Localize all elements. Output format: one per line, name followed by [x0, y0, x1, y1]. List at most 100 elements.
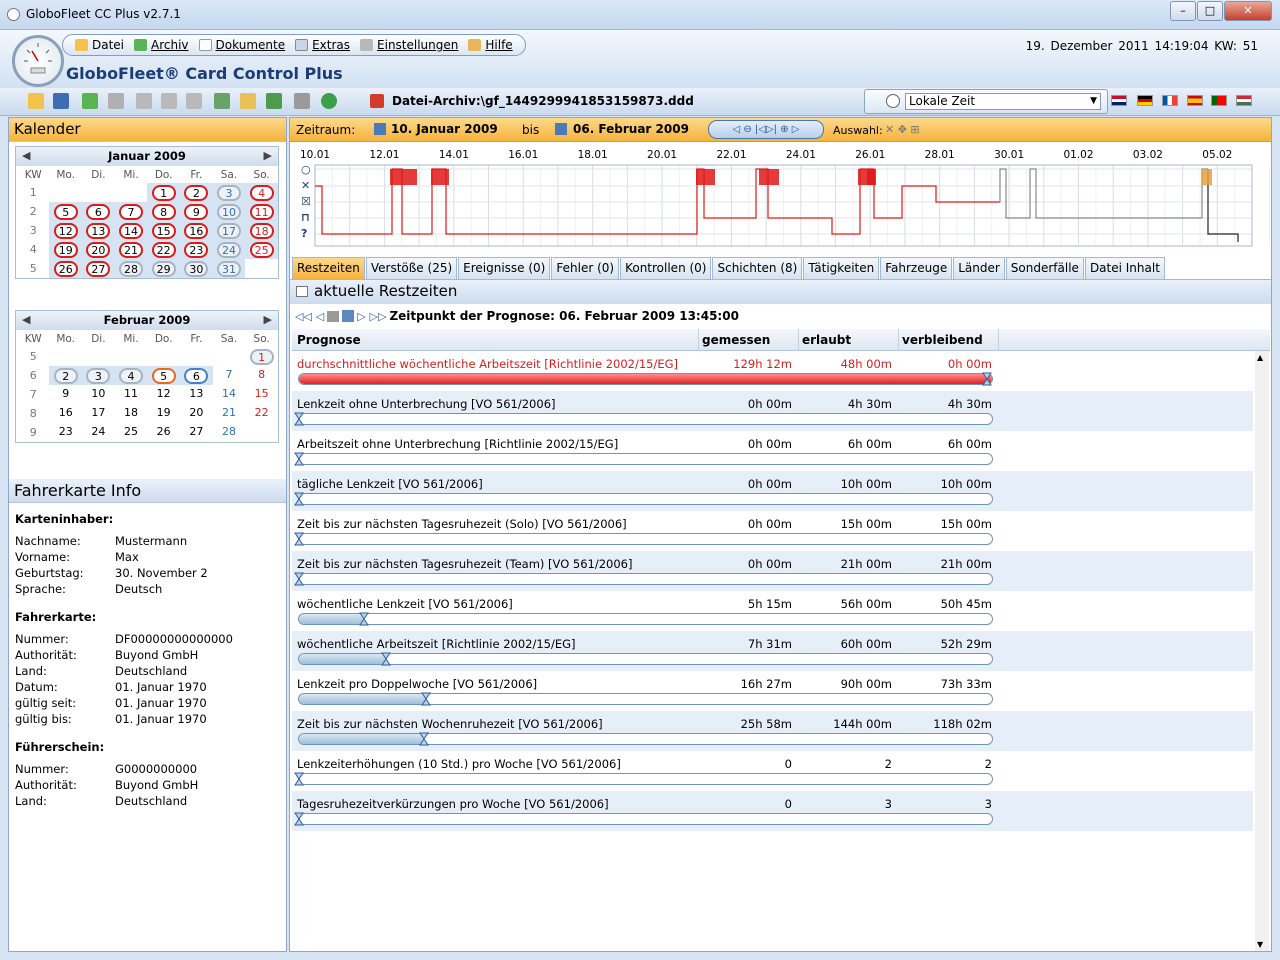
calendar-day[interactable]: 16 [180, 221, 213, 240]
table-row[interactable]: wöchentliche Lenkzeit [VO 561/2006] 5h 15… [292, 591, 1253, 631]
calendar-day[interactable]: 31 [212, 259, 246, 278]
calendar-day[interactable]: 9 [49, 385, 82, 404]
next-month-icon[interactable]: ▶ [264, 147, 272, 165]
calendar-day[interactable]: 16 [49, 404, 82, 423]
calendar-day[interactable]: 12 [147, 385, 180, 404]
calendar-day[interactable]: 14 [114, 221, 148, 240]
col-erlaubt[interactable]: erlaubt [802, 333, 851, 347]
calendar-day[interactable]: 20 [82, 240, 115, 259]
menu-einstellungen[interactable]: Einstellungen [356, 38, 462, 52]
calendar-day[interactable]: 19 [49, 240, 83, 259]
calendar-day[interactable]: 19 [147, 404, 180, 423]
calendar-day[interactable]: 3 [82, 366, 115, 385]
calendar-day[interactable]: 21 [114, 240, 148, 259]
calendar-day[interactable]: 1 [147, 183, 180, 202]
refresh-icon[interactable] [321, 93, 337, 109]
calendar-day[interactable]: 8 [245, 366, 278, 385]
tab-0[interactable]: Restzeiten [292, 257, 365, 279]
tab-1[interactable]: Verstöße (25) [365, 257, 458, 279]
vertical-scrollbar[interactable]: ▲ ▼ [1255, 351, 1269, 951]
calendar-day[interactable]: 12 [49, 221, 83, 240]
flag-hu-icon[interactable] [1236, 95, 1252, 106]
calendar-day[interactable]: 22 [245, 404, 278, 423]
calendar-day[interactable]: 4 [245, 183, 278, 202]
tab-2[interactable]: Ereignisse (0) [458, 257, 551, 279]
flag-es-icon[interactable] [1187, 95, 1203, 106]
calendar-day[interactable]: 26 [49, 259, 83, 278]
calendar-day[interactable]: 24 [82, 423, 115, 442]
prev-month-icon[interactable]: ◀ [22, 311, 30, 329]
close-button[interactable]: ✕ [1224, 1, 1272, 21]
calendar-day[interactable]: 13 [180, 385, 213, 404]
calendar-day[interactable]: 17 [212, 221, 246, 240]
scroll-down-icon[interactable]: ▼ [1257, 940, 1263, 949]
table-row[interactable]: Zeit bis zur nächsten Wochenruhezeit [VO… [292, 711, 1253, 751]
calendar-day[interactable]: 3 [212, 183, 246, 202]
table-row[interactable]: wöchentliche Arbeitszeit [Richtlinie 200… [292, 631, 1253, 671]
calendar-day[interactable]: 7 [213, 366, 246, 385]
table-row[interactable]: Arbeitszeit ohne Unterbrechung [Richtlin… [292, 431, 1253, 471]
calendar-day[interactable]: 6 [82, 202, 115, 221]
stop-icon[interactable] [327, 310, 340, 322]
col-gemessen[interactable]: gemessen [702, 333, 770, 347]
scroll-up-icon[interactable]: ▲ [1257, 353, 1263, 362]
calendar-day[interactable]: 25 [115, 423, 148, 442]
menu-datei[interactable]: Datei [71, 38, 128, 52]
calendar-day[interactable]: 22 [147, 240, 180, 259]
calendar-day[interactable]: 27 [82, 259, 115, 278]
flag-uk-icon[interactable] [1111, 95, 1127, 106]
calendar-day[interactable]: 11 [245, 202, 278, 221]
calendar-icon[interactable] [555, 123, 567, 135]
first-prev-icons[interactable]: ◁◁ ◁ [295, 310, 324, 323]
calendar-day[interactable]: 18 [115, 404, 148, 423]
calendar-day[interactable]: 7 [114, 202, 148, 221]
calendar-day[interactable]: 25 [245, 240, 278, 259]
calendar-day[interactable]: 26 [147, 423, 180, 442]
tab-7[interactable]: Fahrzeuge [880, 257, 953, 279]
flag-de-icon[interactable] [1137, 95, 1153, 106]
tab-6[interactable]: Tätigkeiten [803, 257, 880, 279]
prev-month-icon[interactable]: ◀ [22, 147, 30, 165]
menu-archiv[interactable]: Archiv [130, 38, 193, 52]
calendar-day[interactable]: 28 [213, 423, 246, 442]
calendar-day[interactable]: 23 [180, 240, 213, 259]
database-import-icon[interactable] [108, 93, 124, 109]
calendar-day[interactable]: 1 [245, 347, 278, 366]
calendar-day[interactable]: 5 [49, 202, 83, 221]
flag-fr-icon[interactable] [1162, 95, 1178, 106]
tab-5[interactable]: Schichten (8) [712, 257, 803, 279]
menu-extras[interactable]: Extras [291, 38, 354, 52]
calendar-day[interactable]: 27 [180, 423, 213, 442]
calendar-day[interactable]: 5 [147, 366, 180, 385]
calendar-day[interactable]: 10 [212, 202, 246, 221]
calendar-day[interactable]: 28 [114, 259, 148, 278]
navigation-controls[interactable]: ◁ ⊖ |◁▷| ⊕ ▷ [708, 120, 824, 139]
col-prognose[interactable]: Prognose [297, 333, 361, 347]
calendar-day[interactable]: 20 [180, 404, 213, 423]
print-icon[interactable] [294, 93, 310, 109]
archive-icon[interactable] [82, 93, 98, 109]
calendar-day[interactable]: 15 [147, 221, 180, 240]
calendar-clock-icon[interactable] [214, 93, 230, 109]
flag-pt-icon[interactable] [1211, 95, 1227, 106]
calendar-day[interactable]: 14 [213, 385, 246, 404]
calendar-day[interactable]: 6 [180, 366, 213, 385]
menu-hilfe[interactable]: Hilfe [464, 38, 516, 52]
table-row[interactable]: Lenkzeiterhöhungen (10 Std.) pro Woche [… [292, 751, 1253, 791]
calendar-icon[interactable] [342, 310, 355, 322]
table-row[interactable]: Lenkzeit pro Doppelwoche [VO 561/2006] 16… [292, 671, 1253, 711]
date-from[interactable]: 10. Januar 2009 [391, 122, 498, 136]
tab-10[interactable]: Datei Inhalt [1084, 257, 1165, 279]
tab-8[interactable]: Länder [953, 257, 1005, 279]
excel-export-icon[interactable] [266, 93, 282, 109]
calendar-day[interactable]: 4 [114, 366, 148, 385]
calendar-day[interactable]: 30 [180, 259, 213, 278]
table-row[interactable]: tägliche Lenkzeit [VO 561/2006] 0h 00m 10h… [292, 471, 1253, 511]
calendar-day[interactable]: 23 [49, 423, 82, 442]
date-to[interactable]: 06. Februar 2009 [573, 122, 689, 136]
calendar-day[interactable]: 18 [245, 221, 278, 240]
calendar-day[interactable]: 29 [147, 259, 180, 278]
calendar-icon[interactable] [374, 123, 386, 135]
table-row[interactable]: Lenkzeit ohne Unterbrechung [VO 561/2006… [292, 391, 1253, 431]
menu-dokumente[interactable]: Dokumente [195, 38, 290, 52]
